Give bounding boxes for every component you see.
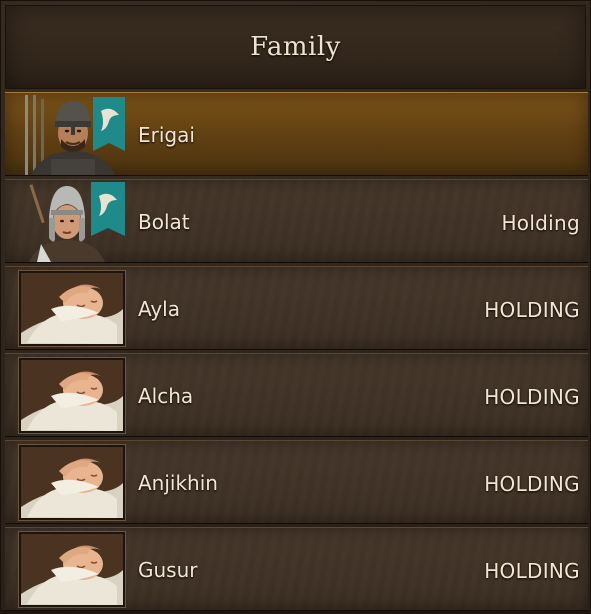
member-status: Holding — [501, 211, 580, 235]
member-name: Ayla — [138, 297, 180, 321]
member-status: HOLDING — [484, 385, 580, 409]
family-member-row[interactable]: Bolat Holding — [5, 179, 588, 263]
member-name: Erigai — [138, 123, 195, 147]
sleeping-baby-portrait-icon — [18, 270, 126, 347]
member-name: Anjikhin — [138, 471, 218, 495]
family-title: Family — [250, 32, 341, 62]
warrior-portrait-icon — [21, 95, 125, 175]
sleeping-baby-portrait-icon — [18, 357, 126, 434]
member-status: HOLDING — [484, 298, 580, 322]
family-header: Family — [5, 5, 586, 89]
member-name: Alcha — [138, 384, 194, 408]
family-member-row[interactable]: Erigai — [5, 92, 588, 176]
family-member-row[interactable]: Anjikhin HOLDING — [5, 440, 588, 524]
family-list: Erigai Bolat Holding Ayla HOLDING Alcha … — [5, 92, 588, 614]
helmeted-woman-portrait-icon — [21, 182, 125, 262]
sleeping-baby-portrait-icon — [18, 444, 126, 521]
family-member-row[interactable]: Alcha HOLDING — [5, 353, 588, 437]
family-member-row[interactable]: Gusur HOLDING — [5, 527, 588, 611]
member-name: Bolat — [138, 210, 190, 234]
family-member-row[interactable]: Ayla HOLDING — [5, 266, 588, 350]
sleeping-baby-portrait-icon — [18, 531, 126, 608]
member-status: HOLDING — [484, 472, 580, 496]
family-panel: Family Erigai Bolat Holding Ayla HOLDING… — [0, 0, 591, 611]
member-status: HOLDING — [484, 559, 580, 583]
member-name: Gusur — [138, 558, 198, 582]
